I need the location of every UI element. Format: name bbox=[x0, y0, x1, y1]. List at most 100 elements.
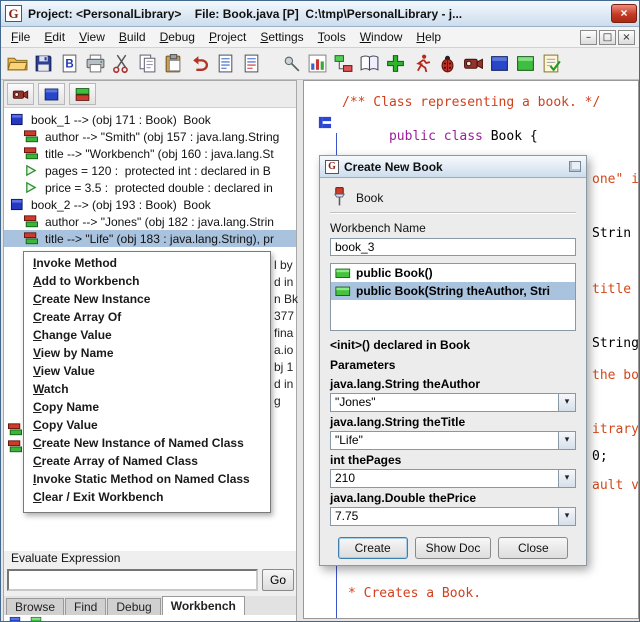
menu-debug[interactable]: Debug bbox=[153, 28, 202, 46]
toolbar-book-button[interactable] bbox=[356, 50, 382, 77]
toolbar-chart-button[interactable] bbox=[304, 50, 330, 77]
constructor-item[interactable]: public Book() bbox=[331, 264, 575, 282]
run-icon bbox=[411, 53, 432, 74]
toolbar-run-button[interactable] bbox=[408, 50, 434, 77]
workbench-blue-square-button[interactable] bbox=[38, 83, 65, 105]
toolbar-projector-button[interactable] bbox=[460, 50, 486, 77]
tree-item[interactable]: author --> "Smith" (obj 157 : java.lang.… bbox=[4, 128, 296, 145]
tree-item[interactable]: pages = 120 : protected int : declared i… bbox=[4, 162, 296, 179]
show-doc-button[interactable]: Show Doc bbox=[414, 537, 492, 559]
menu-build[interactable]: Build bbox=[112, 28, 153, 46]
chevron-down-icon[interactable]: ▾ bbox=[559, 507, 576, 526]
context-menu-item[interactable]: Add to Workbench bbox=[24, 274, 270, 292]
toolbar-checklist-button[interactable] bbox=[538, 50, 564, 77]
context-menu-item[interactable]: Create New Instance of Named Class bbox=[24, 436, 270, 454]
pushpin-icon[interactable] bbox=[332, 186, 347, 208]
context-menu-item[interactable]: Copy Value bbox=[24, 418, 270, 436]
frame-minimize-button[interactable]: – bbox=[580, 29, 597, 45]
toolbar-green-square-button[interactable] bbox=[512, 50, 538, 77]
chevron-down-icon[interactable]: ▾ bbox=[559, 469, 576, 488]
string-icon bbox=[24, 130, 41, 143]
context-menu-item[interactable]: Create Array Of bbox=[24, 310, 270, 328]
parameter-type-label: int thePages bbox=[330, 453, 402, 467]
toolbar-doc-history-button[interactable] bbox=[238, 50, 264, 77]
evaluate-expression-input[interactable] bbox=[7, 569, 258, 591]
toolbar-save-button[interactable] bbox=[30, 50, 56, 77]
menu-edit[interactable]: Edit bbox=[37, 28, 72, 46]
tab-browse[interactable]: Browse bbox=[6, 598, 65, 615]
tab-workbench[interactable]: Workbench bbox=[161, 596, 245, 615]
chevron-down-icon[interactable]: ▾ bbox=[559, 431, 576, 450]
menu-tools[interactable]: Tools bbox=[311, 28, 353, 46]
toolbar-blue-square-button[interactable] bbox=[486, 50, 512, 77]
toolbar-paste-button[interactable] bbox=[160, 50, 186, 77]
mdi-controls: – □ × bbox=[580, 29, 638, 45]
parameter-value-combo[interactable]: "Jones" ▾ bbox=[330, 393, 576, 412]
frame-close-button[interactable]: × bbox=[618, 29, 635, 45]
paste-icon bbox=[163, 53, 184, 74]
workbench-name-input[interactable] bbox=[330, 238, 576, 257]
toolbar-add-button[interactable] bbox=[382, 50, 408, 77]
toolbar-print-button[interactable] bbox=[82, 50, 108, 77]
menu-project[interactable]: Project bbox=[202, 28, 253, 46]
browse-doc-icon: B bbox=[59, 53, 80, 74]
tab-debug[interactable]: Debug bbox=[107, 598, 161, 615]
toolbar-debug-bug-button[interactable] bbox=[434, 50, 460, 77]
parameter-value-combo[interactable]: 210 ▾ bbox=[330, 469, 576, 488]
parameter-value-combo[interactable]: "Life" ▾ bbox=[330, 431, 576, 450]
menu-settings[interactable]: Settings bbox=[253, 28, 310, 46]
toolbar-uml-button[interactable] bbox=[330, 50, 356, 77]
code-comment-line: /** Class representing a book. */ bbox=[342, 95, 600, 110]
toolbar-pin-button[interactable] bbox=[278, 50, 304, 77]
menu-window[interactable]: Window bbox=[353, 28, 410, 46]
workbench-projector-button[interactable] bbox=[7, 83, 34, 105]
parameter-value: "Life" bbox=[330, 431, 559, 450]
context-menu-item[interactable]: Invoke Static Method on Named Class bbox=[24, 472, 270, 490]
tree-item[interactable]: author --> "Jones" (obj 182 : java.lang.… bbox=[4, 213, 296, 230]
toolbar-copy-button[interactable] bbox=[134, 50, 160, 77]
context-menu-item[interactable]: Watch bbox=[24, 382, 270, 400]
context-menu-item[interactable]: View Value bbox=[24, 364, 270, 382]
toolbar-doc-lines-button[interactable] bbox=[212, 50, 238, 77]
dialog-title-bar[interactable]: G Create New Book bbox=[320, 156, 586, 178]
string-icon bbox=[24, 147, 41, 160]
toolbar-cut-button[interactable] bbox=[108, 50, 134, 77]
context-menu-item[interactable]: View by Name bbox=[24, 346, 270, 364]
close-button[interactable]: Close bbox=[498, 537, 569, 559]
go-button[interactable]: Go bbox=[262, 569, 294, 591]
window-close-button[interactable]: × bbox=[611, 4, 637, 23]
create-button[interactable]: Create bbox=[337, 537, 408, 559]
tab-find[interactable]: Find bbox=[65, 598, 107, 615]
frame-restore-button[interactable]: □ bbox=[599, 29, 616, 45]
context-menu-item[interactable]: Create Array of Named Class bbox=[24, 454, 270, 472]
code-fragment-text: title bbox=[592, 282, 632, 297]
tree-item[interactable]: book_2 --> (obj 193 : Book) Book bbox=[4, 196, 296, 213]
toolbar-open-folder-button[interactable] bbox=[4, 50, 30, 77]
parameter-value-combo[interactable]: 7.75 ▾ bbox=[330, 507, 576, 526]
dialog-buttons: Create Show Doc Close bbox=[330, 537, 576, 559]
toolbar-undo-button[interactable] bbox=[186, 50, 212, 77]
title-bar[interactable]: G Project: <PersonalLibrary> File: Book.… bbox=[1, 1, 639, 27]
workbench-green-red-square-button[interactable] bbox=[69, 83, 96, 105]
tree-item[interactable]: title --> "Life" (obj 183 : java.lang.St… bbox=[4, 230, 296, 247]
chevron-down-icon[interactable]: ▾ bbox=[559, 393, 576, 412]
context-menu-item[interactable]: Change Value bbox=[24, 328, 270, 346]
tree-fragment-text: d in bbox=[274, 275, 294, 289]
context-menu-item[interactable]: Copy Name bbox=[24, 400, 270, 418]
menu-file[interactable]: File bbox=[4, 28, 37, 46]
dialog-dock-button[interactable] bbox=[569, 161, 581, 172]
context-menu-item[interactable]: Clear / Exit Workbench bbox=[24, 490, 270, 508]
tree-item[interactable]: book_1 --> (obj 171 : Book) Book bbox=[4, 111, 296, 128]
menu-view[interactable]: View bbox=[72, 28, 112, 46]
context-menu-item[interactable]: Invoke Method bbox=[24, 256, 270, 274]
constructor-label: public Book(String theAuthor, Stri bbox=[356, 284, 550, 299]
constructor-item[interactable]: public Book(String theAuthor, Stri bbox=[331, 282, 575, 301]
app-logo-icon: G bbox=[5, 5, 22, 22]
menu-help[interactable]: Help bbox=[409, 28, 448, 46]
tree-item[interactable]: title --> "Workbench" (obj 160 : java.la… bbox=[4, 145, 296, 162]
toolbar-browse-doc-button[interactable]: B bbox=[56, 50, 82, 77]
context-menu-item[interactable]: Create New Instance bbox=[24, 292, 270, 310]
tree-item[interactable]: price = 3.5 : protected double : declare… bbox=[4, 179, 296, 196]
print-icon bbox=[85, 53, 106, 74]
tree-fragment-text: fina bbox=[274, 326, 294, 340]
